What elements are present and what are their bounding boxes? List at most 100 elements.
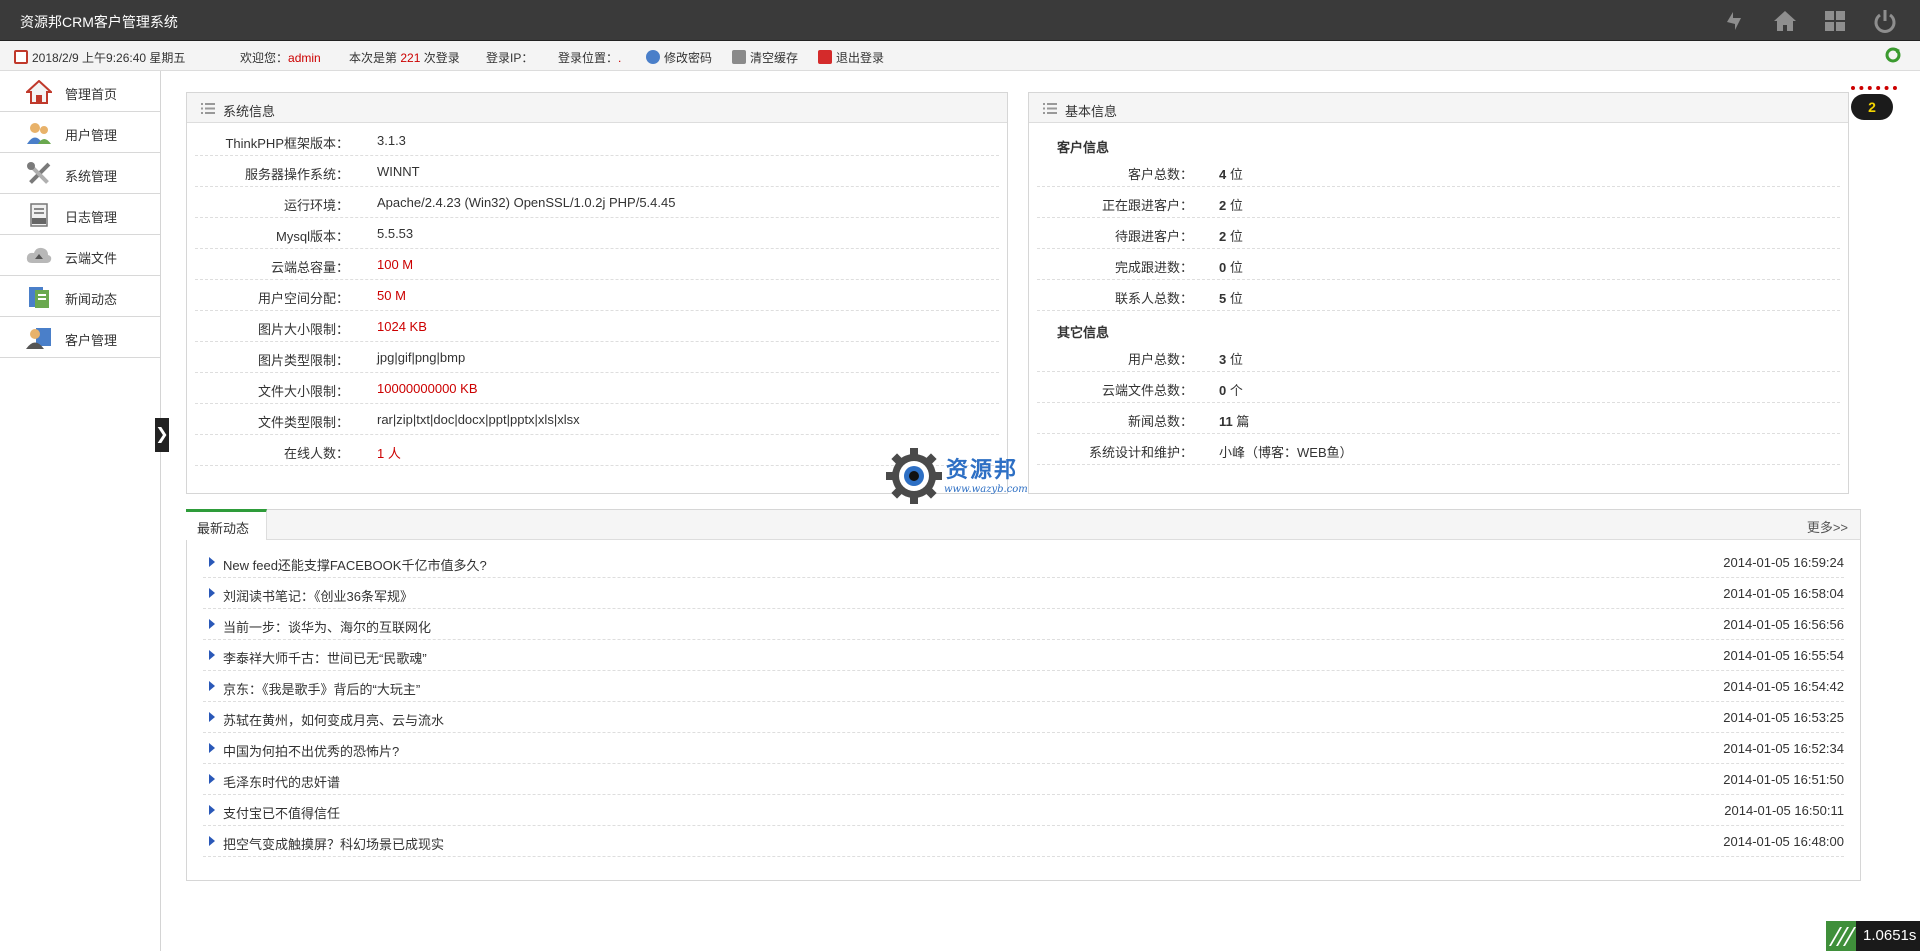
sidebar-item-label: 客户管理 [65,333,118,348]
info-number: 0 [1219,260,1227,275]
system-info-row: 文件大小限制： 10000000000 KB [195,373,999,404]
news-date: 2014-01-05 16:55:54 [1723,648,1844,663]
sidebar-item-news[interactable]: 新闻动态 [0,276,160,317]
sidebar-item-home[interactable]: 管理首页 [0,71,160,112]
sidebar-collapse-toggle[interactable]: ❯ [155,418,169,452]
info-value: 5 位 [1219,288,1243,307]
news-list-item[interactable]: 支付宝已不值得信任 2014-01-05 16:50:11 [203,795,1844,826]
info-key: 系统设计和维护： [1088,445,1193,460]
sidebar-item-customers[interactable]: 客户管理 [0,317,160,358]
home-icon[interactable] [1772,8,1798,34]
login-count-prefix: 本次是第 [349,51,398,65]
sidebar-item-logs[interactable]: 日志管理 [0,194,160,235]
news-title[interactable]: 刘润读书笔记：《创业36条军规》 [223,586,413,605]
cloud-icon [26,244,52,268]
news-date: 2014-01-05 16:56:56 [1723,617,1844,632]
news-title[interactable]: 京东：《我是歌手》背后的“大玩主” [223,679,420,698]
news-title[interactable]: 把空气变成触摸屏？科幻场景已成现实 [223,834,444,853]
system-info-row: 文件类型限制： rar|zip|txt|doc|docx|ppt|pptx|xls… [195,404,999,435]
triangle-right-icon [209,681,215,691]
sidebar-item-system[interactable]: 系统管理 [0,153,160,194]
news-list-item[interactable]: 京东：《我是歌手》背后的“大玩主” 2014-01-05 16:54:42 [203,671,1844,702]
news-list-item[interactable]: 毛泽东时代的忠奸谱 2014-01-05 16:51:50 [203,764,1844,795]
datetime-text: 2018/2/9 上午9:26:40 星期五 [32,51,186,65]
info-key: 云端总容量： [270,260,349,275]
system-info-row: 云端总容量： 100 M [195,249,999,280]
news-date: 2014-01-05 16:53:25 [1723,710,1844,725]
info-unit: 个 [1229,383,1243,398]
news-date: 2014-01-05 16:48:00 [1723,834,1844,849]
news-list-item[interactable]: 中国为何拍不出优秀的恐怖片? 2014-01-05 16:52:34 [203,733,1844,764]
news-title[interactable]: 李泰祥大师千古：世间已无“民歌魂” [223,648,427,667]
news-list-item[interactable]: 刘润读书笔记：《创业36条军规》 2014-01-05 16:58:04 [203,578,1844,609]
info-number: 5 [1219,291,1227,306]
news-date: 2014-01-05 16:54:42 [1723,679,1844,694]
info-key: 正在跟进客户： [1101,198,1193,213]
notification-dots [1851,86,1897,90]
info-value: 4 位 [1219,164,1243,183]
notification-count: 2 [1851,94,1893,120]
news-panel: 最新动态 更多>> New feed还能支撑FACEBOOK千亿市值多久? 201… [186,509,1861,881]
tools-icon [26,162,52,186]
info-number: 2 [1219,229,1227,244]
system-info-row: ThinkPHP框架版本： 3.1.3 [195,125,999,156]
customer-icon [26,326,52,350]
info-key: 文件类型限制： [257,415,349,430]
info-number: 2 [1219,198,1227,213]
notification-badge[interactable]: 2 [1849,86,1899,124]
info-key: 联系人总数： [1114,291,1193,306]
triangle-right-icon [209,712,215,722]
login-count-suffix: 次登录 [423,51,460,65]
sync-icon[interactable] [1884,46,1902,67]
sidebar-item-cloud-files[interactable]: 云端文件 [0,235,160,276]
info-value: 100 M [377,257,414,272]
news-list-item[interactable]: 苏轼在黄州，如何变成月亮、云与流水 2014-01-05 16:53:25 [203,702,1844,733]
news-title[interactable]: 苏轼在黄州，如何变成月亮、云与流水 [223,710,444,729]
logout-link[interactable]: 退出登录 [818,49,884,66]
logout-label: 退出登录 [836,51,885,65]
app-title: 资源邦CRM客户管理系统 [20,14,178,30]
info-value: 3 位 [1219,349,1243,368]
info-key: ThinkPHP框架版本： [225,136,349,151]
system-info-row: 图片大小限制： 1024 KB [195,311,999,342]
clear-cache-link[interactable]: 清空缓存 [732,49,798,66]
grid-icon[interactable] [1822,8,1848,34]
info-key: 用户空间分配： [257,291,349,306]
user-key-icon [646,50,660,64]
sidebar-item-users[interactable]: 用户管理 [0,112,160,153]
news-title[interactable]: 支付宝已不值得信任 [223,803,340,822]
news-title[interactable]: 当前一步：谈华为、海尔的互联网化 [223,617,431,636]
news-more-link[interactable]: 更多>> [1807,517,1848,536]
news-list-item[interactable]: New feed还能支撑FACEBOOK千亿市值多久? 2014-01-05 16… [203,547,1844,578]
top-header: 资源邦CRM客户管理系统 [0,0,1920,41]
news-list-item[interactable]: 当前一步：谈华为、海尔的互联网化 2014-01-05 16:56:56 [203,609,1844,640]
debug-timer[interactable]: 1.0651s [1826,921,1920,951]
login-location: 登录位置：. [558,49,621,66]
tab-latest-news[interactable]: 最新动态 [186,509,267,540]
sidebar-item-label: 新闻动态 [65,292,118,307]
basic-info-row: 联系人总数： 5 位 [1037,280,1840,311]
sidebar-item-label: 系统管理 [65,169,118,184]
power-icon[interactable] [1872,8,1898,34]
news-date: 2014-01-05 16:52:34 [1723,741,1844,756]
news-list-item[interactable]: 李泰祥大师千古：世间已无“民歌魂” 2014-01-05 16:55:54 [203,640,1844,671]
triangle-right-icon [209,619,215,629]
change-password-link[interactable]: 修改密码 [646,49,712,66]
news-title[interactable]: 中国为何拍不出优秀的恐怖片? [223,741,399,760]
info-key: 在线人数： [283,446,349,461]
info-key: 完成跟进数： [1114,260,1193,275]
news-date: 2014-01-05 16:58:04 [1723,586,1844,601]
news-title[interactable]: 毛泽东时代的忠奸谱 [223,772,340,791]
gear-eye-icon [886,448,942,504]
news-title[interactable]: New feed还能支撑FACEBOOK千亿市值多久? [223,555,487,574]
info-value: 2 位 [1219,195,1243,214]
info-value: Apache/2.4.23 (Win32) OpenSSL/1.0.2j PHP… [377,195,676,210]
news-list-item[interactable]: 把空气变成触摸屏？科幻场景已成现实 2014-01-05 16:48:00 [203,826,1844,857]
sidebar: 管理首页 用户管理 系统管理 日志管理 云端文件 新闻动态 客户管理 [0,71,161,951]
info-unit: 位 [1229,198,1243,213]
info-value: 1024 KB [377,319,427,334]
info-unit: 篇 [1236,414,1250,429]
refresh-icon[interactable] [1721,8,1747,34]
system-info-row: 服务器操作系统： WINNT [195,156,999,187]
timer-value: 1.0651s [1863,927,1917,944]
